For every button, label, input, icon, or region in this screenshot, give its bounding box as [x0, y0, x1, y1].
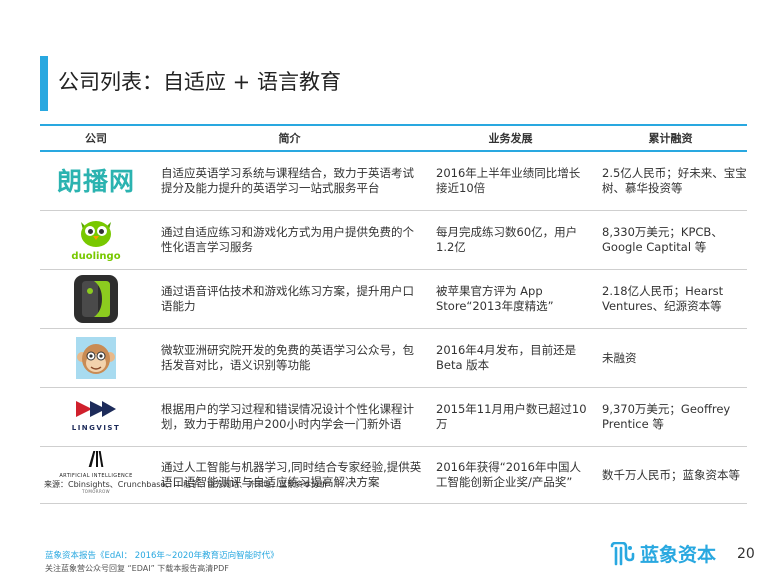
header-progress: 业务发展 [488, 132, 533, 145]
row-funding: 8,330万美元；KPCB、Google Captital 等 [602, 225, 723, 254]
company-table: 公司 简介 业务发展 累计融资 朗播网 自适应英语学习系统与课程结合，致力于英语… [40, 124, 747, 504]
lingvist-logo: LINGVIST [56, 393, 136, 441]
duolingo-logo: duolingo [56, 216, 136, 264]
lingvist-logo-text: LINGVIST [71, 423, 121, 432]
table-row: 通过语音评估技术和游戏化练习方案，提升用户口语能力 被苹果官方评为 App St… [40, 270, 747, 329]
row-progress: 2015年11月用户数已超过10万 [436, 402, 587, 431]
speech-app-icon [74, 275, 118, 323]
table-row: LINGVIST 根据用户的学习过程和错误情况设计个性化课程计划，致力于帮助用户… [40, 388, 747, 447]
header-intro: 简介 [278, 132, 301, 145]
lingvist-arrows-icon [76, 400, 116, 417]
brand-name: 蓝象资本 [640, 544, 717, 566]
row-intro: 通过自适应练习和游戏化方式为用户提供免费的个性化语言学习服务 [161, 225, 414, 254]
table-row: 朗播网 自适应英语学习系统与课程结合，致力于英语考试提分及能力提升的英语学习一站… [40, 152, 747, 211]
row-intro: 自适应英语学习系统与课程结合，致力于英语考试提分及能力提升的英语学习一站式服务平… [161, 166, 414, 195]
row-funding: 2.5亿人民币；好未来、宝宝树、慕华投资等 [602, 166, 747, 195]
monkey-avatar-logo [56, 334, 136, 382]
speech-app-logo [56, 275, 136, 323]
row-funding: 未融资 [602, 350, 637, 365]
header-company: 公司 [85, 132, 107, 145]
row-progress: 2016年获得“2016年中国人工智能创新企业奖/产品奖” [436, 460, 581, 489]
page-title: 公司列表：自适应 + 语言教育 [58, 70, 341, 94]
ai-tomorrow-logo: ARTIFICIAL INTELLIGENCE TOMORROW [56, 451, 136, 499]
source-note: 来源：Cbinsights、Crunchbase、IT 桔子、官方网站、芥末堆，… [44, 480, 328, 489]
table-header: 公司 简介 业务发展 累计融资 [40, 124, 747, 152]
row-funding: 2.18亿人民币；Hearst Ventures、纪源资本等 [602, 284, 724, 313]
page-number: 20 [737, 546, 755, 562]
row-intro: 通过语音评估技术和游戏化练习方案，提升用户口语能力 [161, 284, 414, 313]
monkey-avatar-icon [76, 337, 116, 379]
duolingo-owl-icon [81, 221, 111, 247]
table-row: 微软亚洲研究院开发的免费的英语学习公众号，包括发音对比，语义识别等功能 2016… [40, 329, 747, 388]
row-progress: 2016年4月发布，目前还是Beta 版本 [436, 343, 577, 372]
row-intro: 微软亚洲研究院开发的免费的英语学习公众号，包括发音对比，语义识别等功能 [161, 343, 414, 372]
row-progress: 被苹果官方评为 App Store“2013年度精选” [436, 284, 554, 313]
row-funding: 9,370万美元；Geoffrey Prentice 等 [602, 402, 731, 431]
duolingo-logo-text: duolingo [71, 251, 121, 262]
table-row: duolingo 通过自适应练习和游戏化方式为用户提供免费的个性化语言学习服务 … [40, 211, 747, 270]
row-progress: 每月完成练习数60亿，用户1.2亿 [436, 225, 578, 254]
langbo-logo: 朗播网 [56, 157, 136, 205]
row-progress: 2016年上半年业绩同比增长接近10倍 [436, 166, 581, 195]
header-funding: 累计融资 [648, 132, 693, 145]
table-row: ARTIFICIAL INTELLIGENCE TOMORROW 通过人工智能与… [40, 447, 747, 504]
row-intro: 根据用户的学习过程和错误情况设计个性化课程计划，致力于帮助用户200小时内学会一… [161, 402, 414, 431]
footer-download-note: 关注蓝象营公众号回复 “EDAI” 下载本报告高清PDF [45, 564, 229, 573]
brand-logo: 蓝象资本 [610, 540, 716, 567]
footer-report-title: 蓝象资本报告《EdAI： 2016年~2020年教育迈向智能时代》 [45, 551, 279, 561]
row-funding: 数千万人民币；蓝象资本等 [602, 467, 740, 482]
ai-tomorrow-mark-icon [88, 451, 104, 467]
langbo-logo-text: 朗播网 [56, 166, 135, 196]
title-accent-bar [40, 56, 48, 111]
elephant-icon [610, 541, 635, 565]
